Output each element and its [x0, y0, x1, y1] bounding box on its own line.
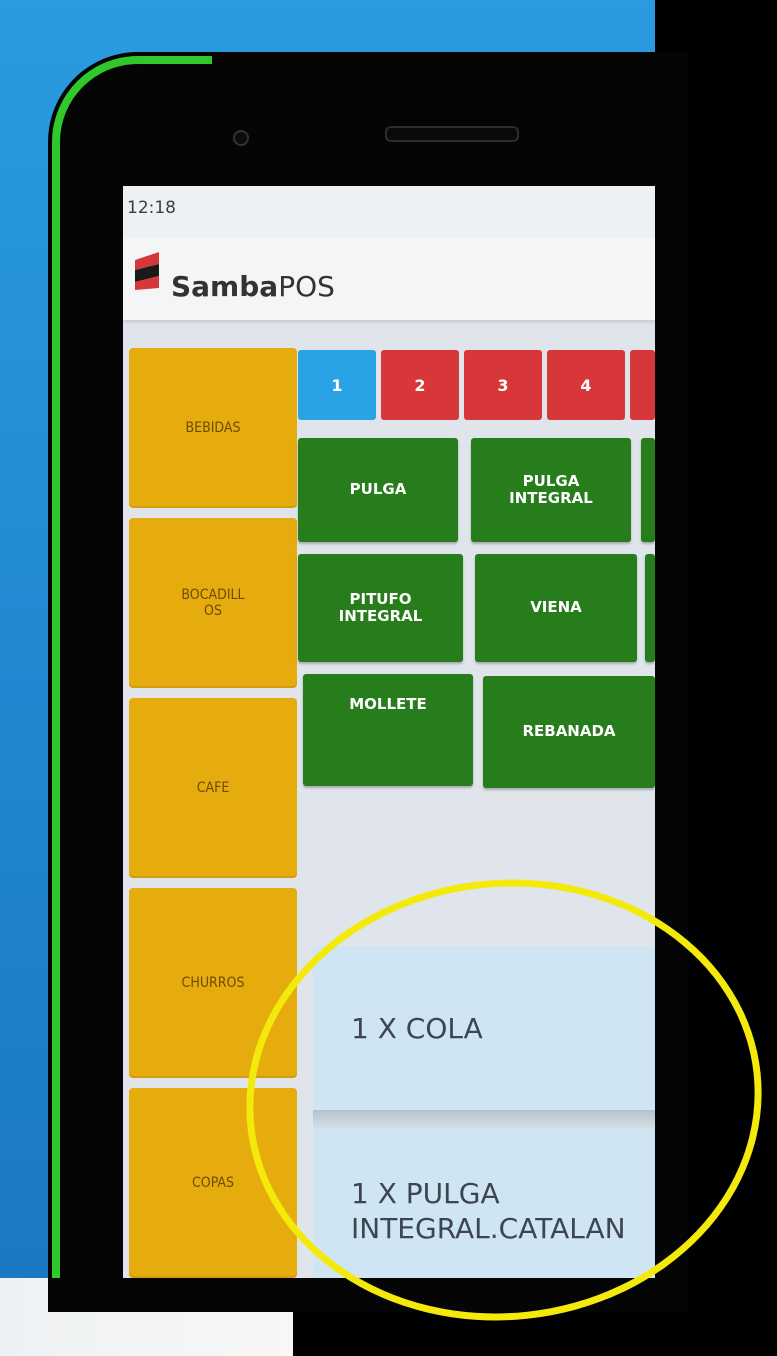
- product-pitufo-integral[interactable]: PITUFO INTEGRAL: [298, 554, 463, 662]
- product-viena[interactable]: VIENA: [475, 554, 637, 662]
- product-mollete[interactable]: MOLLETE: [303, 674, 473, 786]
- category-cafe[interactable]: CAFE: [129, 698, 297, 878]
- product-label: VIENA: [530, 598, 582, 617]
- sambapos-logo-icon: [135, 252, 159, 290]
- status-bar: 12:18: [123, 186, 655, 238]
- category-label: COPAS: [191, 1175, 235, 1191]
- product-partial-2[interactable]: [645, 554, 655, 662]
- category-label: CAFE: [196, 780, 230, 796]
- page-tab-2[interactable]: 2: [381, 350, 459, 420]
- earpiece-speaker: [385, 126, 519, 142]
- category-bocadillos[interactable]: BOCADILL OS: [129, 518, 297, 688]
- product-label: PULGA: [349, 480, 407, 499]
- product-label: PULGA INTEGRAL: [509, 471, 593, 507]
- page-tab-3[interactable]: 3: [464, 350, 542, 420]
- product-label: PITUFO INTEGRAL: [338, 589, 423, 625]
- product-pulga-integral[interactable]: PULGA INTEGRAL: [471, 438, 631, 542]
- front-camera: [233, 130, 249, 146]
- product-pulga[interactable]: PULGA: [298, 438, 458, 542]
- brand-light: POS: [278, 270, 335, 303]
- page-tab-1[interactable]: 1: [298, 350, 376, 420]
- category-label: BOCADILL OS: [181, 587, 245, 619]
- page-number: 2: [414, 375, 426, 395]
- product-label: MOLLETE: [349, 695, 427, 713]
- product-label: REBANADA: [522, 722, 616, 741]
- category-label: BEBIDAS: [185, 420, 241, 436]
- brand-name: SambaPOS: [171, 270, 335, 303]
- page-number: 4: [580, 375, 592, 395]
- page-number: 3: [497, 375, 509, 395]
- category-bebidas[interactable]: BEBIDAS: [129, 348, 297, 508]
- product-rebanada[interactable]: REBANADA: [483, 676, 655, 788]
- category-label: CHURROS: [181, 975, 245, 991]
- brand-bold: Samba: [171, 270, 279, 303]
- page-tab-5-partial[interactable]: [630, 350, 655, 420]
- product-partial-1[interactable]: [641, 438, 655, 542]
- status-time: 12:18: [127, 198, 176, 218]
- page-tab-4[interactable]: 4: [547, 350, 625, 420]
- page-number: 1: [331, 375, 343, 395]
